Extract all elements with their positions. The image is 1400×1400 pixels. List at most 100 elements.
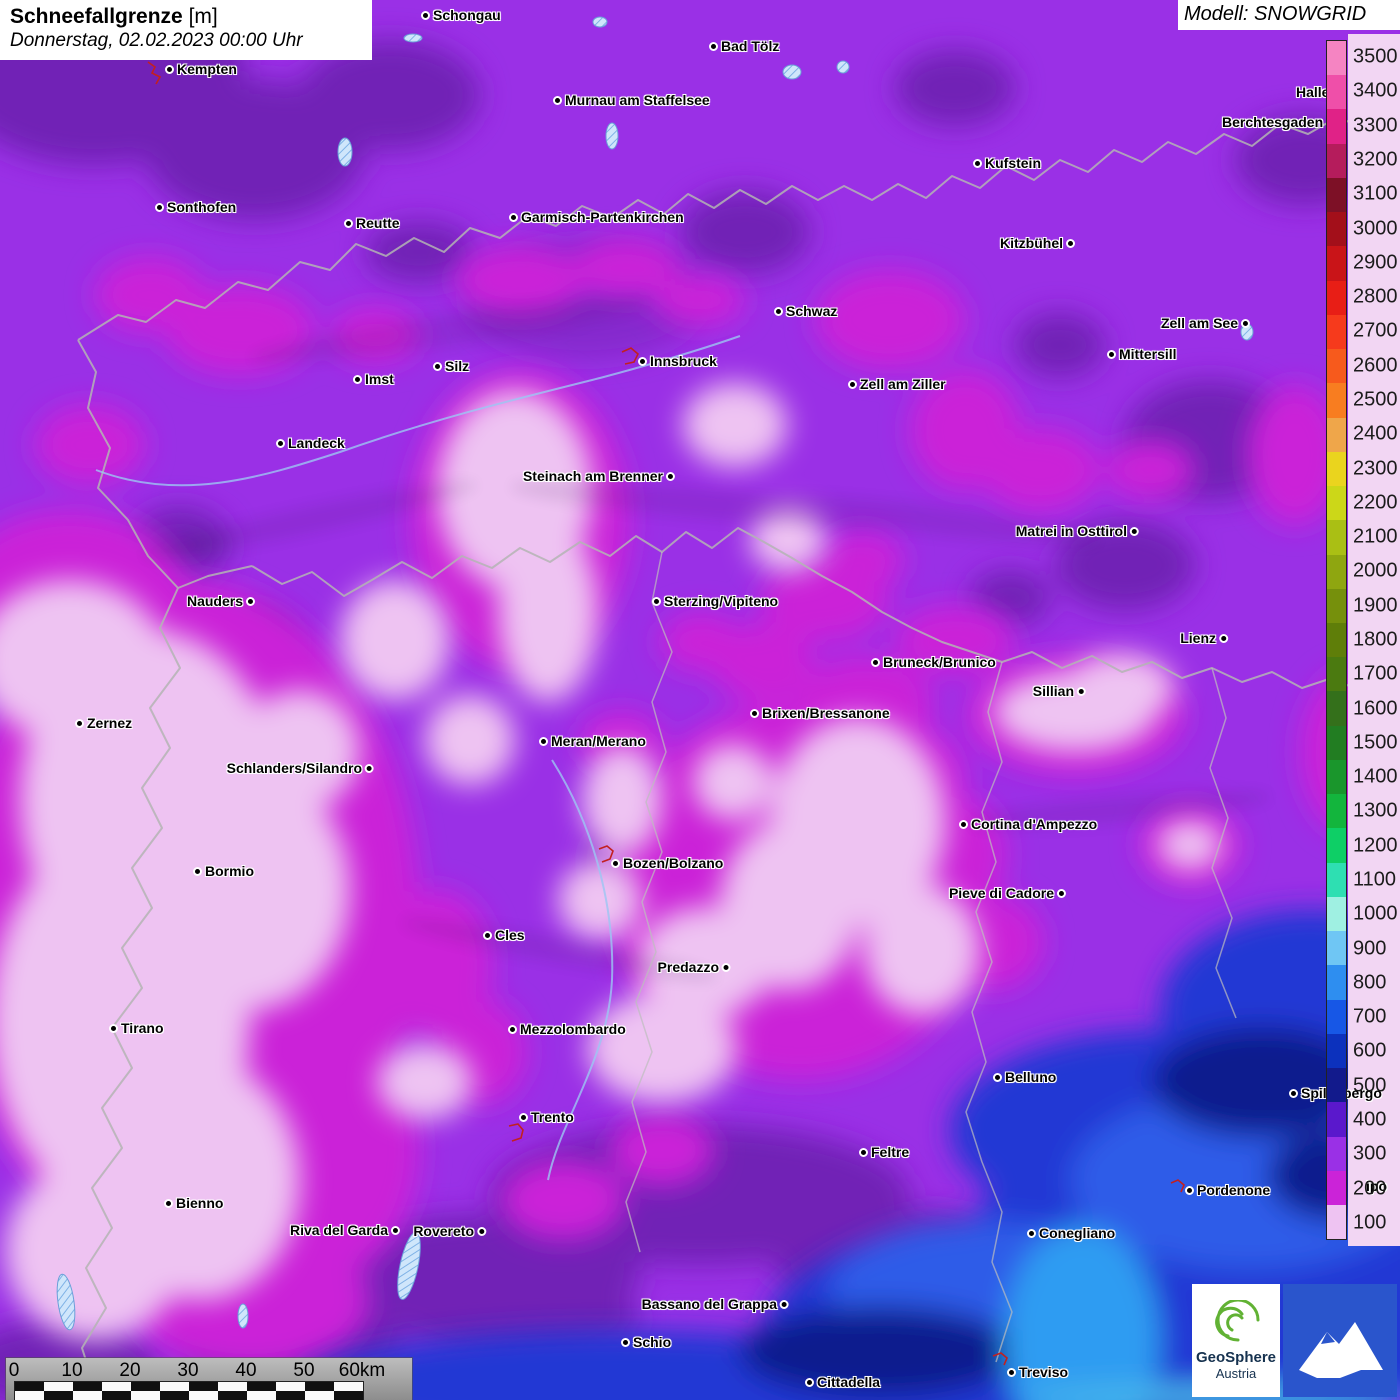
map-title: Schneefallgrenze	[10, 5, 183, 28]
city-zernez: Zernez	[72, 716, 132, 730]
colorbar	[1326, 40, 1347, 1240]
city-label: Brixen/Bressanone	[762, 706, 890, 720]
city-dot	[805, 1378, 814, 1387]
city-label: Innsbruck	[650, 354, 717, 368]
colorbar-value: 1100	[1353, 869, 1396, 892]
city-label: Schwaz	[786, 304, 837, 318]
model-label: Modell: SNOWGRID	[1178, 0, 1400, 30]
colorbar-value: 3400	[1353, 80, 1398, 103]
city-label: Meran/Merano	[551, 734, 646, 748]
city-schongau: Schongau	[418, 8, 501, 22]
city-murnau-am-staffelsee: Murnau am Staffelsee	[550, 93, 710, 107]
city-dot	[155, 203, 164, 212]
city-schwaz: Schwaz	[771, 304, 837, 318]
scale-tick-1: 10	[61, 1360, 82, 1382]
city-dot	[666, 472, 675, 481]
scale-bar-checker-row	[15, 1382, 363, 1391]
scale-tick-6: 60km	[339, 1360, 385, 1382]
mountain-icon	[1283, 1284, 1397, 1397]
colorbar-value: 300	[1353, 1143, 1386, 1166]
city-dot	[509, 213, 518, 222]
colorbar-value: 3200	[1353, 149, 1398, 172]
city-dot	[1027, 1229, 1036, 1238]
scale-tick-0: 0	[9, 1360, 20, 1382]
city-label: Trento	[531, 1110, 574, 1124]
city-silz: Silz	[430, 359, 469, 373]
colorbar-value: 200	[1353, 1177, 1386, 1200]
city-label: Mittersill	[1119, 347, 1177, 361]
city-label: Belluno	[1005, 1070, 1056, 1084]
city-label: Nauders	[187, 594, 243, 608]
colorbar-value: 2800	[1353, 286, 1398, 309]
colorbar-value: 2900	[1353, 251, 1398, 274]
city-innsbruck: Innsbruck	[635, 354, 717, 368]
colorbar-value: 2000	[1353, 560, 1398, 583]
colorbar-segment-2400	[1327, 418, 1346, 452]
city-dot	[164, 1199, 173, 1208]
city-belluno: Belluno	[990, 1070, 1056, 1084]
city-label: Riva del Garda	[290, 1223, 388, 1237]
city-label: Cortina d'Ampezzo	[971, 817, 1097, 831]
city-dot	[365, 764, 374, 773]
colorbar-segment-100	[1327, 1205, 1346, 1239]
colorbar-segment-1100	[1327, 863, 1346, 897]
city-label: Matrei in Osttirol	[1016, 524, 1127, 538]
colorbar-labels: 3500340033003200310030002900280027002600…	[1353, 40, 1399, 1240]
city-label: Zell am See	[1161, 316, 1238, 330]
city-bormio: Bormio	[190, 864, 254, 878]
scale-bar: 0102030405060km	[6, 1358, 412, 1400]
city-dot	[193, 867, 202, 876]
scale-bar-checker	[14, 1381, 364, 1400]
geosphere-swirl-icon	[1208, 1300, 1264, 1346]
city-conegliano: Conegliano	[1024, 1226, 1115, 1240]
scale-tick-3: 30	[177, 1360, 198, 1382]
city-dot	[1066, 239, 1075, 248]
city-landeck: Landeck	[273, 436, 345, 450]
city-label: Bienno	[176, 1196, 223, 1210]
city-dot	[722, 963, 731, 972]
colorbar-segment-1900	[1327, 589, 1346, 623]
colorbar-value: 3500	[1353, 46, 1398, 69]
city-label: Feltre	[871, 1145, 909, 1159]
city-schio: Schio	[618, 1335, 671, 1349]
city-dot	[553, 96, 562, 105]
city-dot	[353, 375, 362, 384]
city-kufstein: Kufstein	[970, 156, 1041, 170]
city-label: Zell am Ziller	[860, 377, 946, 391]
colorbar-segment-300	[1327, 1137, 1346, 1171]
city-label: Tirano	[121, 1021, 164, 1035]
city-brixen-bressanone: Brixen/Bressanone	[747, 706, 890, 720]
city-label: Steinach am Brenner	[523, 469, 663, 483]
city-dot	[1289, 1089, 1298, 1098]
city-label: Cles	[495, 928, 525, 942]
city-dot	[1219, 634, 1228, 643]
city-sillian: Sillian	[1033, 684, 1089, 698]
city-label: Rovereto	[413, 1224, 474, 1238]
city-label: Pieve di Cadore	[949, 886, 1054, 900]
city-cortina-d-ampezzo: Cortina d'Ampezzo	[956, 817, 1097, 831]
city-bassano-del-grappa: Bassano del Grappa	[642, 1297, 792, 1311]
colorbar-segment-800	[1327, 965, 1346, 999]
city-bienno: Bienno	[161, 1196, 223, 1210]
city-berchtesgaden: Berchtesgaden	[1222, 115, 1323, 129]
colorbar-value: 500	[1353, 1074, 1386, 1097]
city-label: Conegliano	[1039, 1226, 1115, 1240]
city-dot	[859, 1148, 868, 1157]
colorbar-segment-1600	[1327, 691, 1346, 725]
city-tirano: Tirano	[106, 1021, 164, 1035]
colorbar-segment-3000	[1327, 212, 1346, 246]
colorbar-segment-1700	[1327, 657, 1346, 691]
colorbar-value: 2500	[1353, 389, 1398, 412]
city-treviso: Treviso	[1004, 1365, 1068, 1379]
city-label: Bad Tölz	[721, 39, 779, 53]
city-dot	[344, 219, 353, 228]
colorbar-value: 1600	[1353, 697, 1398, 720]
snowfall-limit-map: SchongauBad TölzKemptenMurnau am Staffel…	[0, 0, 1400, 1400]
city-dot	[780, 1300, 789, 1309]
colorbar-value: 900	[1353, 937, 1386, 960]
city-nauders: Nauders	[187, 594, 258, 608]
city-label: Landeck	[288, 436, 345, 450]
colorbar-value: 1400	[1353, 766, 1398, 789]
map-title-unit: [m]	[189, 5, 218, 28]
colorbar-segment-400	[1327, 1102, 1346, 1136]
